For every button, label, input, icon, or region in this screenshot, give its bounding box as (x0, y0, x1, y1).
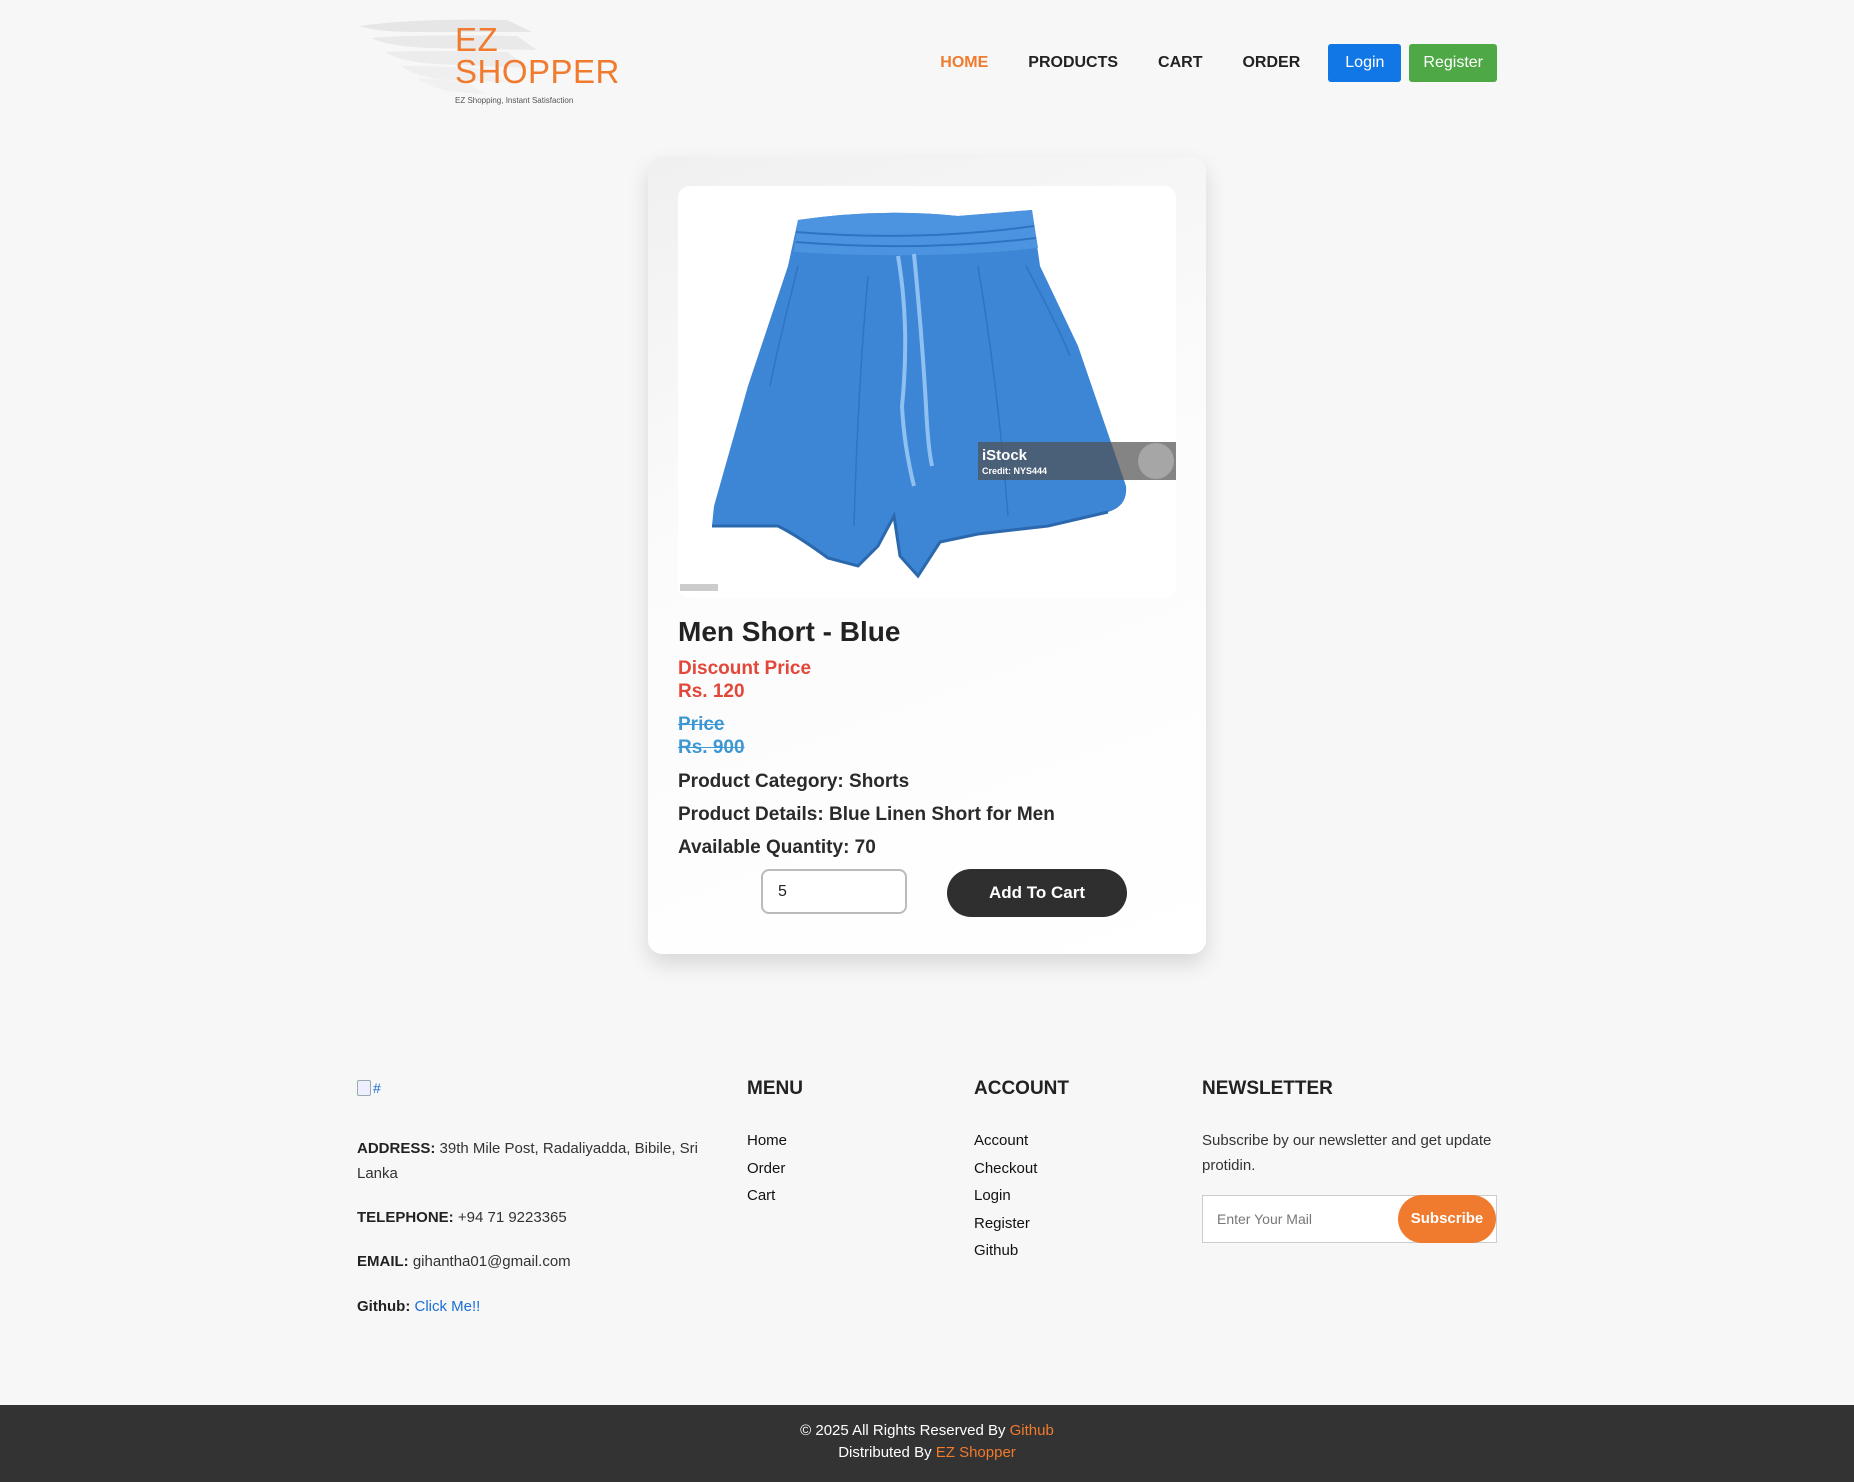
nav-order[interactable]: ORDER (1242, 54, 1300, 72)
logo-line-1: EZ (455, 21, 499, 58)
footer-telephone: TELEPHONE: +94 71 9223365 (357, 1205, 717, 1230)
footer-link-login[interactable]: Login (974, 1187, 1037, 1215)
istock-credit: Credit: NYS444 (982, 466, 1047, 476)
newsletter-text: Subscribe by our newsletter and get upda… (1202, 1132, 1492, 1174)
footer-link-github[interactable]: Github (974, 1242, 1037, 1270)
menu-list: Home Order Cart (747, 1132, 787, 1215)
github-link[interactable]: Click Me!! (415, 1298, 481, 1315)
email-label: EMAIL: (357, 1253, 409, 1270)
nav-cart[interactable]: CART (1158, 54, 1202, 72)
distributed-line: Distributed By EZ Shopper (0, 1444, 1854, 1461)
site-logo[interactable]: EZ SHOPPER EZ Shopping, Instant Satisfac… (357, 18, 619, 110)
original-price-value: Rs. 900 (678, 737, 745, 758)
distributed-link[interactable]: EZ Shopper (936, 1444, 1016, 1461)
logo-tagline: EZ Shopping, Instant Satisfaction (455, 96, 574, 105)
copyright-text: © 2025 All Rights Reserved By (800, 1422, 1006, 1439)
product-card: iStock Credit: NYS444 Men Short - Blue D… (648, 157, 1206, 954)
add-to-cart-button[interactable]: Add To Cart (947, 869, 1127, 917)
footer-logo-alt: # (373, 1080, 381, 1096)
telephone-label: TELEPHONE: (357, 1209, 454, 1226)
login-button[interactable]: Login (1328, 44, 1402, 82)
header: EZ SHOPPER EZ Shopping, Instant Satisfac… (357, 18, 1497, 110)
quantity-input[interactable] (761, 869, 907, 914)
footer-link-home[interactable]: Home (747, 1132, 787, 1160)
product-details: Product Details: Blue Linen Short for Me… (678, 804, 1055, 825)
nav-products[interactable]: PRODUCTS (1028, 54, 1118, 72)
newsletter-heading: NEWSLETTER (1202, 1078, 1333, 1099)
product-image: iStock Credit: NYS444 (678, 186, 1176, 598)
istock-watermark: iStock (982, 447, 1028, 464)
email-value: gihantha01@gmail.com (412, 1253, 571, 1270)
product-category: Product Category: Shorts (678, 771, 910, 792)
available-quantity: Available Quantity: 70 (678, 837, 876, 858)
logo-line-2: SHOPPER (455, 53, 620, 90)
footer-logo: # (357, 1080, 381, 1096)
footer-link-register[interactable]: Register (974, 1215, 1037, 1243)
blue-shorts-image: iStock Credit: NYS444 (680, 210, 1176, 591)
broken-image-icon (357, 1080, 371, 1096)
footer-address: ADDRESS: 39th Mile Post, Radaliyadda, Bi… (357, 1136, 717, 1186)
original-price-label: Price (678, 714, 725, 735)
copyright-line: © 2025 All Rights Reserved By Github (0, 1422, 1854, 1439)
newsletter-email-input[interactable]: Enter Your Mail (1217, 1211, 1312, 1227)
copyright-bar: © 2025 All Rights Reserved By Github Dis… (0, 1405, 1854, 1482)
discount-price-value: Rs. 120 (678, 681, 745, 702)
telephone-value: +94 71 9223365 (457, 1209, 567, 1226)
product-title: Men Short - Blue (678, 616, 901, 647)
discount-price-label: Discount Price (678, 658, 812, 679)
github-label: Github: (357, 1298, 411, 1315)
footer-link-account[interactable]: Account (974, 1132, 1037, 1160)
menu-heading: MENU (747, 1078, 803, 1099)
logo-text: EZ SHOPPER (455, 21, 620, 90)
footer-link-cart[interactable]: Cart (747, 1187, 787, 1215)
footer-link-order[interactable]: Order (747, 1160, 787, 1188)
footer-github: Github: Click Me!! (357, 1294, 717, 1319)
footer-link-checkout[interactable]: Checkout (974, 1160, 1037, 1188)
distributed-text: Distributed By (838, 1444, 932, 1461)
nav-home[interactable]: HOME (940, 54, 988, 72)
subscribe-button[interactable]: Subscribe (1398, 1195, 1496, 1243)
footer-email: EMAIL: gihantha01@gmail.com (357, 1249, 717, 1274)
account-heading: ACCOUNT (974, 1078, 1069, 1099)
register-button[interactable]: Register (1409, 44, 1497, 82)
address-label: ADDRESS: (357, 1140, 436, 1157)
copyright-github-link[interactable]: Github (1010, 1422, 1054, 1439)
account-list: Account Checkout Login Register Github (974, 1132, 1037, 1270)
main-nav: HOME PRODUCTS CART ORDER Login Register (940, 44, 1497, 82)
newsletter-form: Enter Your Mail Subscribe (1202, 1195, 1497, 1243)
